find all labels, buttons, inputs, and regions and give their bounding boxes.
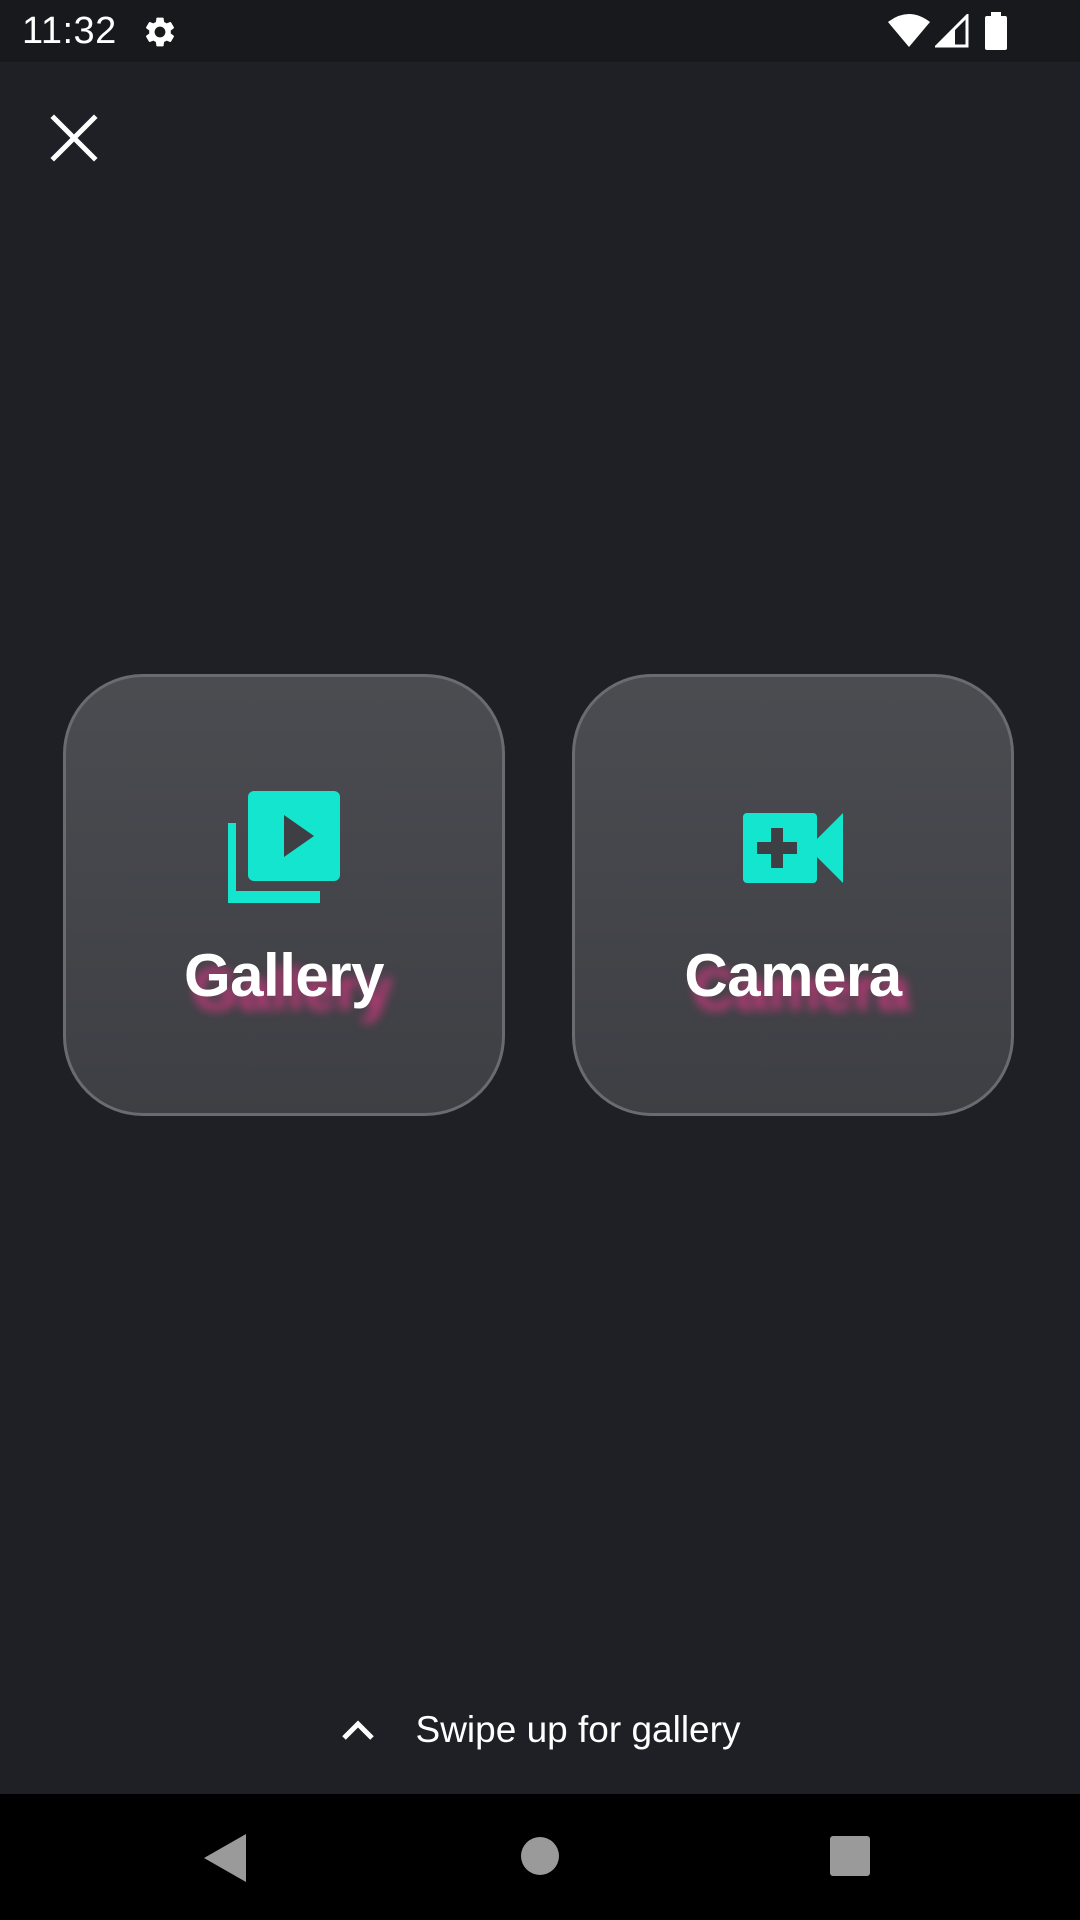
signal-icon [935,14,969,48]
home-icon[interactable] [520,1836,560,1876]
swipe-up-hint[interactable]: Swipe up for gallery [0,1700,1080,1760]
camera-button[interactable]: Camera [572,674,1014,1116]
navigation-bar [0,1794,1080,1920]
status-time: 11:32 [22,10,117,52]
swipe-hint-text: Swipe up for gallery [415,1709,741,1750]
gallery-button[interactable]: Gallery [63,674,505,1116]
video-camera-add-icon [743,813,843,883]
gallery-label: Gallery [184,942,384,1009]
recents-icon[interactable] [830,1836,870,1876]
camera-label: Camera [684,942,902,1009]
chevron-up-icon [341,1720,374,1740]
status-bar: 11:32 [0,0,1080,62]
close-icon[interactable] [44,108,104,168]
gear-icon [145,17,175,47]
back-icon[interactable] [204,1834,246,1882]
battery-icon [985,12,1007,50]
wifi-icon [888,14,930,47]
video-library-icon [228,791,340,903]
